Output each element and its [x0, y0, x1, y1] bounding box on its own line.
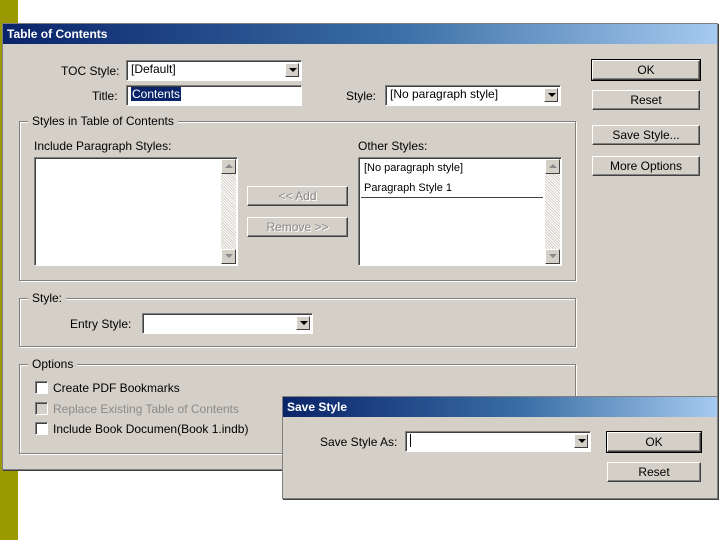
title-input[interactable]: Contents — [126, 85, 302, 106]
include-styles-list[interactable] — [34, 157, 238, 266]
chevron-down-icon[interactable] — [544, 88, 558, 102]
save-ok-button[interactable]: OK — [606, 431, 702, 453]
toc-style-value: [Default] — [131, 62, 176, 76]
toc-dialog-title: Table of Contents — [7, 27, 108, 41]
more-options-button-label: More Options — [609, 159, 683, 173]
add-button[interactable]: << Add — [247, 186, 348, 206]
include-paragraph-styles-label: Include Paragraph Styles: — [34, 139, 172, 153]
ok-button[interactable]: OK — [591, 59, 701, 81]
title-input-value: Contents — [131, 87, 182, 101]
reset-button-label: Reset — [630, 93, 662, 107]
toc-style-label: TOC Style: — [61, 64, 120, 78]
save-style-as-label: Save Style As: — [320, 435, 398, 449]
style-label: Style: — [346, 89, 377, 103]
style-dropdown-value: [No paragraph style] — [390, 87, 499, 101]
include-styles-scrollbar[interactable] — [221, 159, 236, 264]
other-styles-list[interactable]: [No paragraph style] Paragraph Style 1 — [358, 157, 562, 266]
add-button-label: << Add — [278, 189, 317, 203]
include-book-checkbox[interactable] — [35, 422, 48, 435]
more-options-button[interactable]: More Options — [592, 156, 700, 176]
pdf-bookmarks-checkbox[interactable] — [35, 381, 48, 394]
save-style-title: Save Style — [287, 400, 348, 414]
save-style-dialog: Save Style Save Style As: OK Reset — [282, 396, 718, 499]
ok-button-label: OK — [637, 63, 655, 77]
include-book-label: Include Book Documen(Book 1.indb) — [53, 422, 249, 436]
save-style-button[interactable]: Save Style... — [592, 125, 700, 145]
list-item-label: [No paragraph style] — [364, 162, 464, 174]
style-dropdown[interactable]: [No paragraph style] — [385, 85, 561, 106]
save-ok-button-label: OK — [645, 435, 663, 449]
scroll-up-icon[interactable] — [545, 159, 560, 174]
chevron-down-icon[interactable] — [285, 63, 299, 77]
entry-style-label: Entry Style: — [70, 317, 132, 331]
replace-toc-checkbox[interactable] — [35, 402, 48, 415]
entry-style-dropdown[interactable] — [142, 313, 313, 334]
remove-button[interactable]: Remove >> — [247, 217, 348, 237]
options-group-title: Options — [28, 357, 78, 371]
toc-dialog-titlebar[interactable]: Table of Contents — [3, 24, 717, 44]
replace-toc-label: Replace Existing Table of Contents — [53, 402, 239, 416]
scroll-down-icon[interactable] — [545, 249, 560, 264]
list-item-label: Paragraph Style 1 — [364, 182, 453, 194]
chevron-down-icon[interactable] — [574, 434, 588, 448]
save-reset-button-label: Reset — [638, 465, 670, 479]
title-label: Title: — [92, 89, 118, 103]
list-item[interactable]: Paragraph Style 1 — [361, 178, 543, 198]
reset-button[interactable]: Reset — [592, 90, 700, 110]
pdf-bookmarks-label: Create PDF Bookmarks — [53, 381, 180, 395]
toc-style-dropdown[interactable]: [Default] — [126, 60, 302, 81]
save-reset-button[interactable]: Reset — [607, 462, 701, 482]
remove-button-label: Remove >> — [266, 220, 329, 234]
styles-in-toc-group-title: Styles in Table of Contents — [28, 114, 178, 128]
chevron-down-icon[interactable] — [296, 316, 310, 330]
other-styles-scrollbar[interactable] — [545, 159, 560, 264]
scroll-up-icon[interactable] — [221, 159, 236, 174]
save-style-as-input[interactable] — [405, 431, 591, 452]
style-group-title: Style: — [28, 291, 67, 305]
save-style-titlebar[interactable]: Save Style — [283, 397, 717, 417]
text-caret — [410, 434, 411, 448]
scroll-down-icon[interactable] — [221, 249, 236, 264]
list-item[interactable]: [No paragraph style] — [361, 158, 543, 178]
other-styles-label: Other Styles: — [358, 139, 428, 153]
save-style-button-label: Save Style... — [612, 128, 680, 142]
